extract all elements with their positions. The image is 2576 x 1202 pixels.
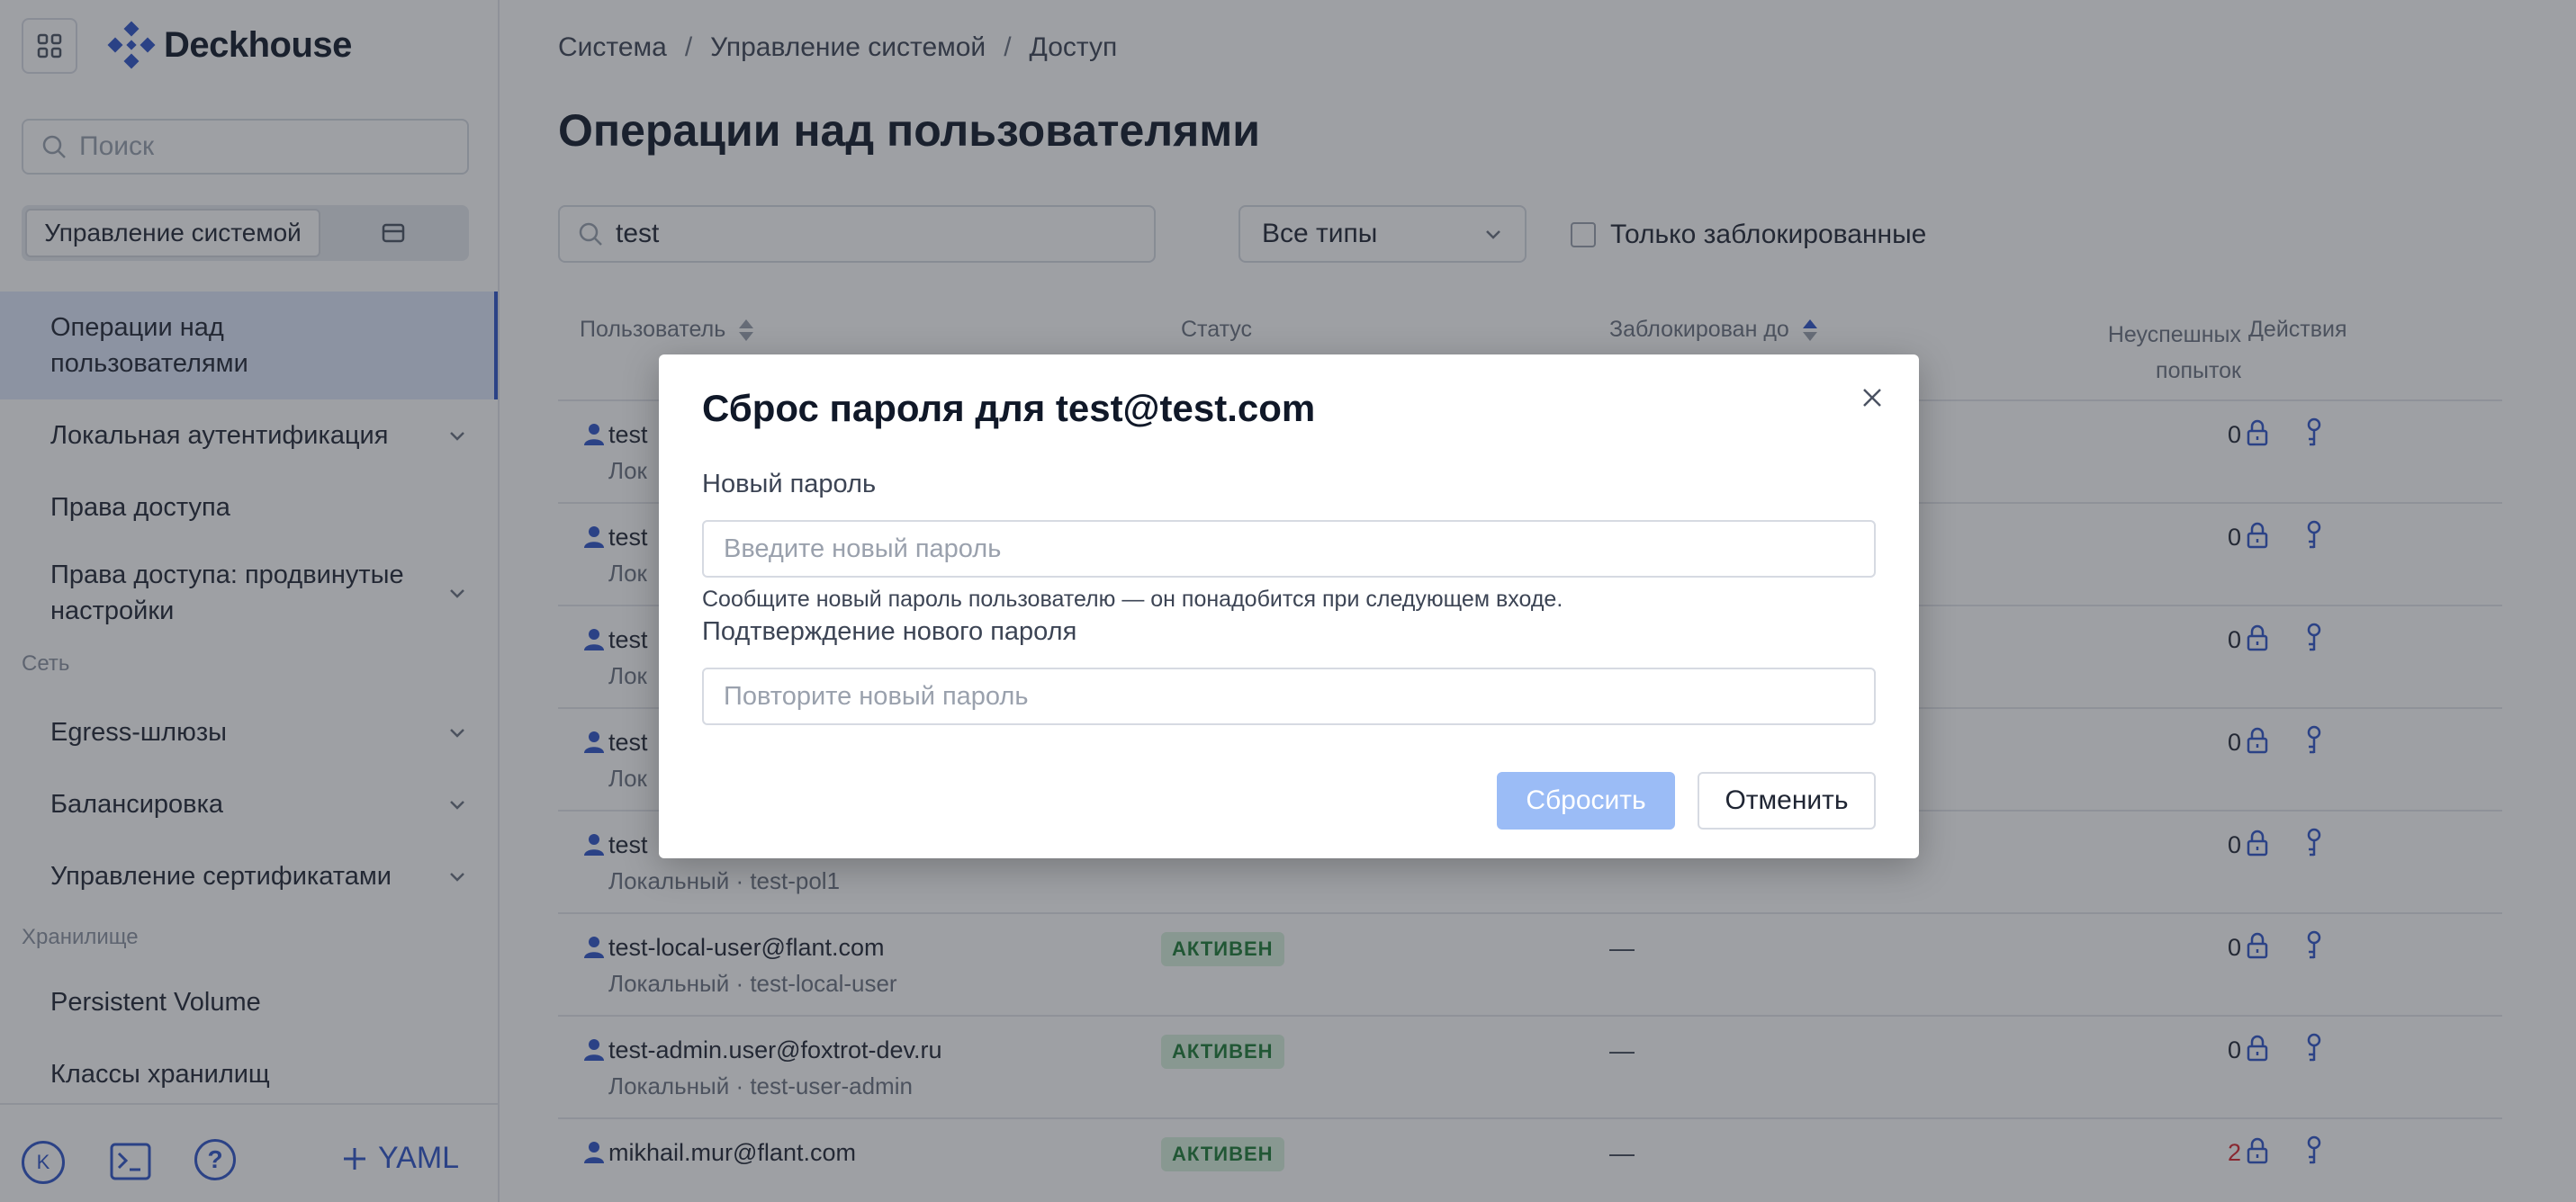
- dialog-title: Сброс пароля для test@test.com: [702, 387, 1316, 429]
- close-button[interactable]: [1856, 381, 1888, 414]
- reset-password-dialog: Сброс пароля для test@test.com Новый пар…: [659, 354, 1919, 858]
- new-password-label: Новый пароль: [702, 470, 877, 498]
- reset-button[interactable]: Сбросить: [1497, 772, 1675, 830]
- confirm-password-label: Подтверждение нового пароля: [702, 617, 1077, 646]
- confirm-password-field[interactable]: [702, 668, 1876, 725]
- new-password-field[interactable]: [702, 520, 1876, 578]
- new-password-hint: Сообщите новый пароль пользователю — он …: [702, 587, 1563, 612]
- cancel-button[interactable]: Отменить: [1698, 772, 1876, 830]
- close-icon: [1863, 389, 1881, 407]
